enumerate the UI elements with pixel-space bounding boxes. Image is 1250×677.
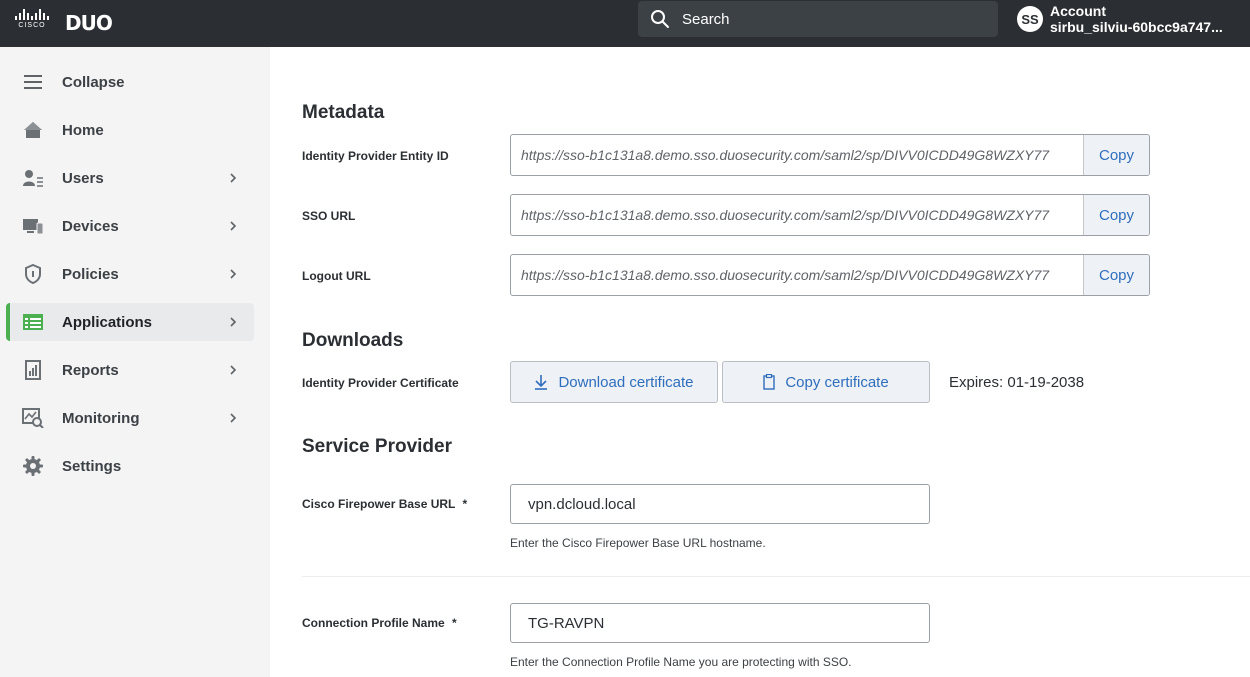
- copy-sso-url-button[interactable]: Copy: [1083, 195, 1149, 235]
- account-menu[interactable]: SS Account sirbu_silviu-60bcc9a747...: [1017, 3, 1223, 35]
- download-icon: [535, 375, 548, 390]
- sso-url-field: https://sso-b1c131a8.demo.sso.duosecurit…: [510, 194, 1150, 236]
- duo-logo[interactable]: DUO: [65, 11, 113, 35]
- menu-icon: [22, 71, 44, 93]
- search-label: Search: [682, 10, 730, 28]
- download-certificate-label: Download certificate: [558, 373, 694, 391]
- sidebar-item-policies[interactable]: Policies: [6, 255, 254, 293]
- sso-url-value[interactable]: https://sso-b1c131a8.demo.sso.duosecurit…: [511, 195, 1083, 235]
- base-url-label-text: Cisco Firepower Base URL: [302, 497, 456, 511]
- section-title-downloads: Downloads: [302, 330, 404, 351]
- sidebar-item-label: Devices: [62, 217, 119, 235]
- copy-certificate-button[interactable]: Copy certificate: [722, 361, 930, 403]
- sidebar-item-label: Home: [62, 121, 104, 139]
- field-label-profile-name: Connection Profile Name *: [302, 616, 457, 630]
- copy-logout-url-button[interactable]: Copy: [1083, 255, 1149, 295]
- divider: [302, 576, 1250, 577]
- field-label-base-url: Cisco Firepower Base URL *: [302, 497, 467, 511]
- cisco-logo[interactable]: CISCO: [14, 9, 50, 31]
- applications-icon: [22, 311, 44, 333]
- avatar: SS: [1017, 6, 1043, 32]
- sidebar-item-users[interactable]: Users: [6, 159, 254, 197]
- chevron-right-icon: [230, 269, 237, 279]
- sidebar-item-label: Monitoring: [62, 409, 140, 427]
- chevron-right-icon: [230, 317, 237, 327]
- gear-icon: [22, 455, 44, 477]
- logout-url-value[interactable]: https://sso-b1c131a8.demo.sso.duosecurit…: [511, 255, 1083, 295]
- profile-name-help: Enter the Connection Profile Name you ar…: [510, 655, 852, 669]
- sidebar-item-label: Applications: [62, 313, 153, 331]
- search-icon: [651, 10, 669, 28]
- home-icon: [22, 119, 44, 141]
- sidebar-item-devices[interactable]: Devices: [6, 207, 254, 245]
- shield-icon: [22, 263, 44, 285]
- reports-icon: [22, 359, 44, 381]
- main-content: Metadata Identity Provider Entity ID htt…: [270, 47, 1250, 677]
- copy-entity-id-button[interactable]: Copy: [1083, 135, 1149, 175]
- field-label-certificate: Identity Provider Certificate: [302, 376, 459, 390]
- required-marker: *: [452, 616, 457, 630]
- section-title-service-provider: Service Provider: [302, 436, 452, 457]
- account-name: sirbu_silviu-60bcc9a747...: [1050, 19, 1223, 35]
- download-certificate-button[interactable]: Download certificate: [510, 361, 718, 403]
- chevron-right-icon: [230, 221, 237, 231]
- clipboard-icon: [763, 374, 776, 390]
- copy-certificate-label: Copy certificate: [785, 373, 889, 391]
- chevron-right-icon: [230, 413, 237, 423]
- chevron-right-icon: [230, 173, 237, 183]
- field-label-entity-id: Identity Provider Entity ID: [302, 149, 449, 163]
- chevron-right-icon: [230, 365, 237, 375]
- users-icon: [22, 167, 44, 189]
- required-marker: *: [462, 497, 468, 511]
- cisco-logo-text: CISCO: [18, 22, 46, 29]
- search-bar[interactable]: Search: [638, 1, 998, 37]
- sidebar-item-label: Reports: [62, 361, 119, 379]
- profile-name-input[interactable]: [510, 603, 930, 643]
- entity-id-field: https://sso-b1c131a8.demo.sso.duosecurit…: [510, 134, 1150, 176]
- sidebar-item-reports[interactable]: Reports: [6, 351, 254, 389]
- certificate-expiry: Expires: 01-19-2038: [949, 374, 1085, 391]
- account-label: Account: [1050, 3, 1106, 19]
- sidebar-item-home[interactable]: Home: [6, 111, 254, 149]
- sidebar-item-collapse[interactable]: Collapse: [6, 63, 254, 101]
- entity-id-value[interactable]: https://sso-b1c131a8.demo.sso.duosecurit…: [511, 135, 1083, 175]
- sidebar-item-monitoring[interactable]: Monitoring: [6, 399, 254, 437]
- top-bar: CISCO DUO Search SS Account sirbu_silviu…: [0, 0, 1250, 47]
- sidebar-item-label: Settings: [62, 457, 122, 475]
- sidebar-item-label: Policies: [62, 265, 119, 283]
- section-title-metadata: Metadata: [302, 102, 385, 123]
- sidebar-item-applications[interactable]: Applications: [6, 303, 254, 341]
- field-label-logout-url: Logout URL: [302, 269, 371, 283]
- monitoring-icon: [22, 407, 44, 429]
- devices-icon: [22, 215, 44, 237]
- base-url-input[interactable]: [510, 484, 930, 524]
- base-url-help: Enter the Cisco Firepower Base URL hostn…: [510, 536, 766, 550]
- profile-name-label-text: Connection Profile Name: [302, 616, 445, 630]
- field-label-sso-url: SSO URL: [302, 209, 356, 223]
- sidebar-item-settings[interactable]: Settings: [6, 447, 254, 485]
- logout-url-field: https://sso-b1c131a8.demo.sso.duosecurit…: [510, 254, 1150, 296]
- sidebar: Collapse Home Users Devices Policies App…: [0, 47, 270, 677]
- sidebar-item-label: Collapse: [62, 73, 125, 91]
- sidebar-item-label: Users: [62, 169, 104, 187]
